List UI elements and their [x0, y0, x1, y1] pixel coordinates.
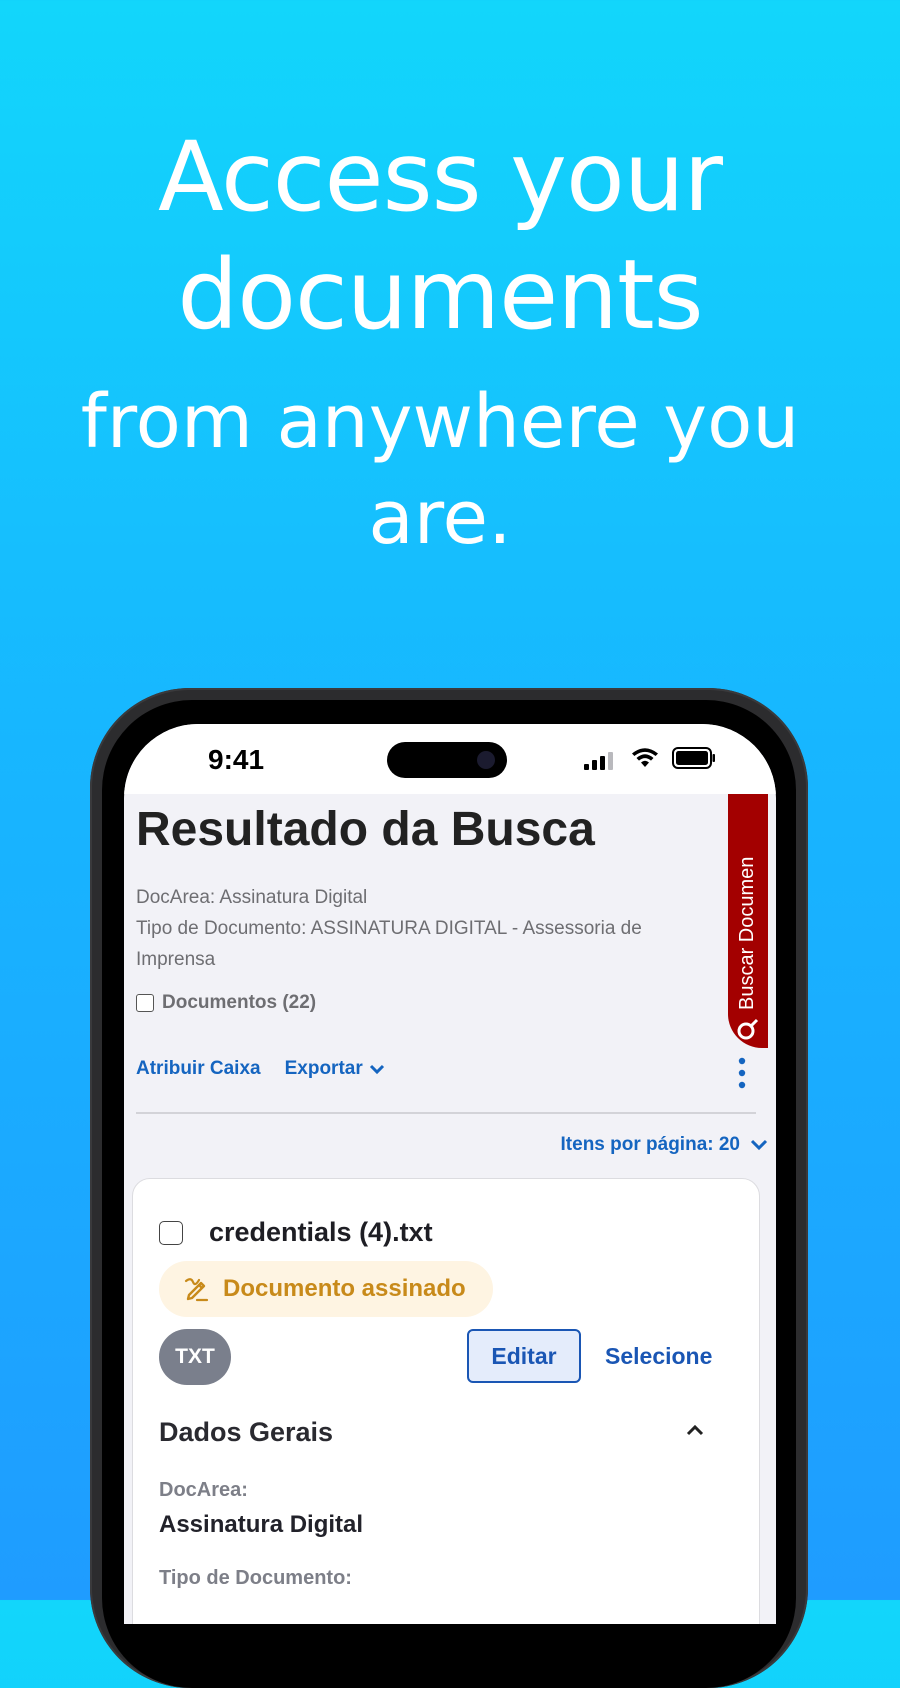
items-per-page-select[interactable]: Itens por página: 20 [561, 1134, 768, 1156]
search-criteria: DocArea: Assinatura Digital Tipo de Docu… [136, 882, 726, 975]
documents-count-label: Documentos (22) [162, 992, 317, 1013]
phone-screen: 9:41 Resultado da Busca Buscar Documen D… [124, 724, 776, 1624]
cellular-signal-icon [584, 752, 613, 770]
camera-icon [477, 751, 495, 769]
select-link[interactable]: Selecione [605, 1343, 712, 1370]
more-options-icon[interactable] [736, 1056, 748, 1090]
marketing-headline: Access your documents from anywhere you … [0, 118, 880, 566]
document-checkbox[interactable] [159, 1220, 183, 1245]
file-type-badge: TXT [159, 1329, 231, 1385]
search-icon [737, 1018, 758, 1040]
search-documents-tab[interactable]: Buscar Documen [728, 794, 768, 1048]
field-label-doc-type: Tipo de Documento: [159, 1567, 352, 1589]
document-card-header: credentials (4).txt [159, 1217, 433, 1248]
document-card: credentials (4).txt Documento assinado T… [132, 1178, 760, 1624]
chevron-down-icon [750, 1139, 768, 1151]
section-title-general-data: Dados Gerais [159, 1417, 334, 1447]
dynamic-island [387, 742, 507, 778]
status-bar: 9:41 [124, 724, 776, 794]
edit-button[interactable]: Editar [467, 1329, 581, 1383]
select-all-documents: Documentos (22) [136, 992, 316, 1014]
criteria-docarea: DocArea: Assinatura Digital [136, 887, 368, 908]
chevron-down-icon [369, 1064, 384, 1074]
signed-status-label: Documento assinado [223, 1275, 466, 1302]
headline-line-2: documents [177, 239, 703, 351]
bulk-actions: Atribuir Caixa Exportar [136, 1058, 385, 1080]
items-per-page-label: Itens por página: 20 [560, 1134, 740, 1155]
status-time: 9:41 [208, 744, 265, 775]
headline-line-1: Access your [157, 121, 723, 233]
select-all-checkbox[interactable] [136, 994, 154, 1012]
page-title: Resultado da Busca [136, 803, 595, 856]
assign-box-link[interactable]: Atribuir Caixa [136, 1058, 261, 1080]
chevron-up-icon[interactable] [685, 1423, 705, 1437]
search-documents-label: Buscar Documen [736, 856, 758, 1010]
export-dropdown[interactable]: Exportar [285, 1058, 385, 1080]
document-title: credentials (4).txt [209, 1217, 433, 1247]
field-label-docarea: DocArea: [159, 1479, 248, 1501]
search-results-page: Resultado da Busca Buscar Documen DocAre… [124, 794, 776, 1624]
field-value-docarea: Assinatura Digital [159, 1511, 364, 1538]
divider [136, 1112, 756, 1114]
battery-icon [672, 747, 715, 769]
wifi-icon [632, 748, 658, 767]
headline-line-4: are. [368, 475, 512, 561]
search-documents-tab-content: Buscar Documen [736, 794, 759, 1040]
signed-status-badge: Documento assinado [159, 1261, 493, 1317]
signature-pen-icon [184, 1278, 209, 1302]
headline-line-3: from anywhere you [80, 379, 800, 465]
export-label: Exportar [284, 1058, 363, 1079]
criteria-doc-type: Tipo de Documento: ASSINATURA DIGITAL - … [136, 918, 642, 970]
